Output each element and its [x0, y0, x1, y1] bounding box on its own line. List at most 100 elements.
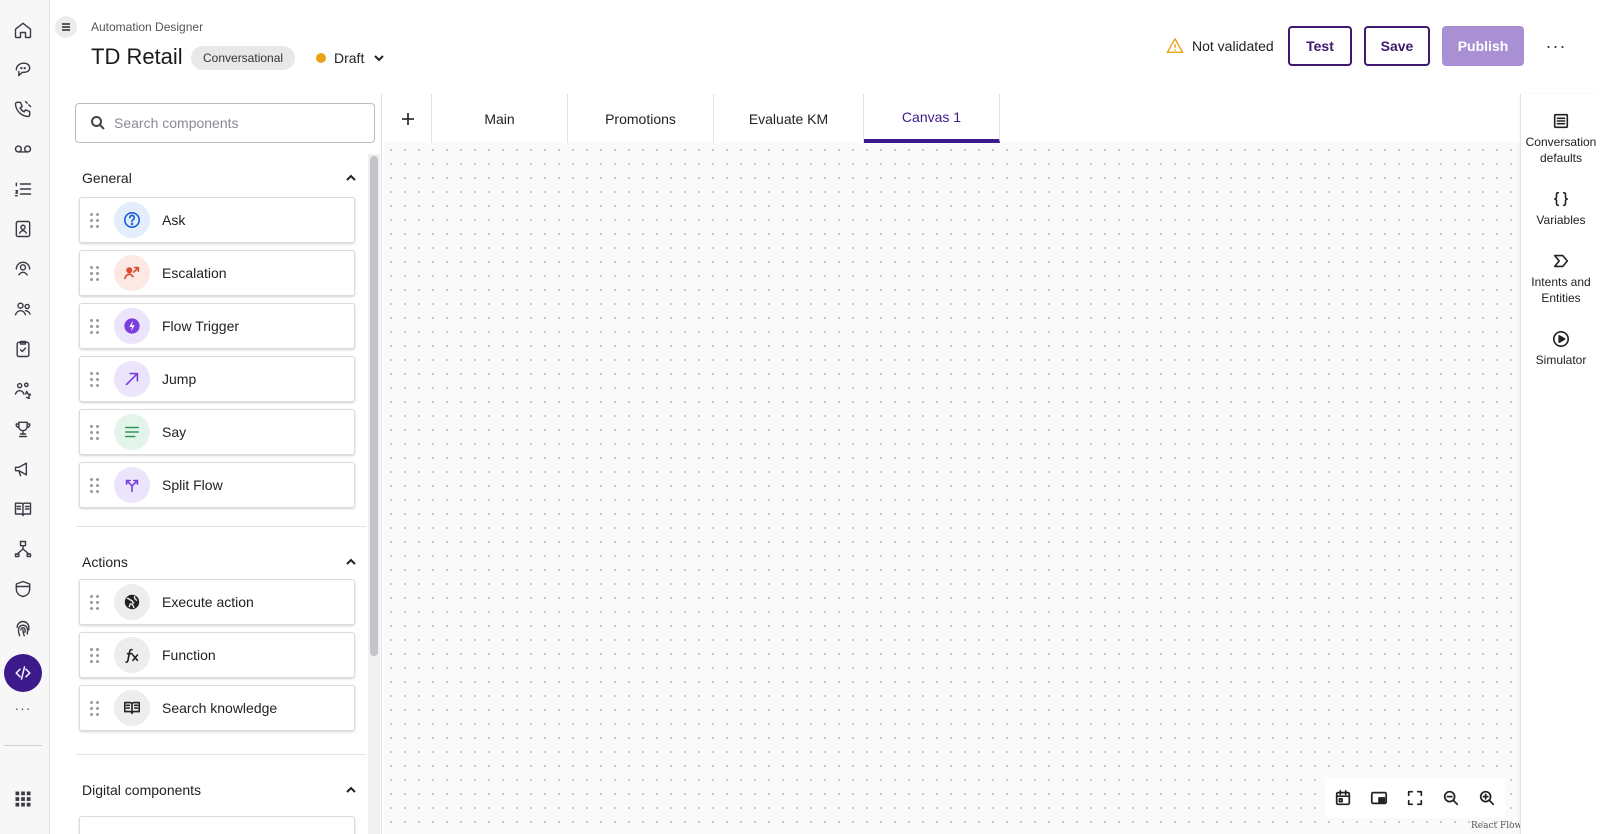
search-input[interactable]	[114, 115, 364, 131]
shield-icon[interactable]	[10, 576, 36, 602]
tab-evaluate-km[interactable]: Evaluate KM	[714, 94, 864, 143]
component-say[interactable]: Say	[79, 409, 355, 455]
flow-icon[interactable]	[10, 536, 36, 562]
apps-grid-icon[interactable]	[10, 786, 36, 812]
function-icon	[114, 637, 150, 673]
react-flow-attribution[interactable]: React Flow	[1471, 821, 1522, 831]
clipboard-icon[interactable]	[10, 336, 36, 362]
minimap-icon[interactable]	[1361, 780, 1397, 816]
component-split-flow[interactable]: Split Flow	[79, 462, 355, 508]
chevron-down-icon	[374, 55, 385, 62]
escalation-icon	[114, 255, 150, 291]
component-label: Search knowledge	[162, 700, 278, 716]
drag-handle-icon[interactable]	[90, 318, 100, 334]
side-item-simulator[interactable]: Simulator	[1521, 330, 1600, 368]
add-canvas-button[interactable]	[384, 94, 432, 143]
conversation-icon[interactable]	[10, 56, 36, 82]
publish-button[interactable]: Publish	[1442, 26, 1524, 66]
section-divider	[76, 754, 366, 755]
section-header-actions[interactable]: Actions	[82, 550, 358, 574]
book-open-icon[interactable]	[10, 496, 36, 522]
component-label: Function	[162, 647, 216, 663]
book-icon	[114, 690, 150, 726]
component-search-knowledge[interactable]: Search knowledge	[79, 685, 355, 731]
ordered-list-icon[interactable]	[10, 176, 36, 202]
agent-icon[interactable]	[10, 256, 36, 282]
drag-handle-icon[interactable]	[90, 647, 100, 663]
side-item-label: Conversation defaults	[1525, 135, 1597, 165]
test-button[interactable]: Test	[1288, 26, 1352, 66]
component-label: Split Flow	[162, 477, 223, 493]
chevron-up-icon[interactable]	[344, 783, 358, 797]
component-partial[interactable]	[79, 816, 355, 834]
fingerprint-icon[interactable]	[10, 616, 36, 642]
home-icon[interactable]	[10, 17, 36, 43]
type-chip: Conversational	[191, 46, 296, 70]
drag-handle-icon[interactable]	[90, 212, 100, 228]
drag-handle-icon[interactable]	[90, 594, 100, 610]
tab-main[interactable]: Main	[432, 94, 568, 143]
component-label: Ask	[162, 212, 186, 228]
more-options-icon[interactable]: ···	[1544, 34, 1568, 58]
save-button[interactable]: Save	[1364, 26, 1430, 66]
zoom-out-icon[interactable]	[1433, 780, 1469, 816]
breadcrumb[interactable]: Automation Designer	[91, 20, 203, 34]
calendar-icon[interactable]	[1325, 780, 1361, 816]
side-item-label: Intents and Entities	[1531, 275, 1591, 305]
drag-handle-icon[interactable]	[90, 700, 100, 716]
side-item-conversation-defaults[interactable]: Conversation defaults	[1521, 112, 1600, 166]
side-item-label: Simulator	[1535, 353, 1587, 367]
side-item-variables[interactable]: Variables	[1521, 190, 1600, 228]
drag-handle-icon[interactable]	[90, 424, 100, 440]
component-ask[interactable]: Ask	[79, 197, 355, 243]
split-icon	[114, 467, 150, 503]
arrow-up-right-icon	[114, 361, 150, 397]
section-title: Digital components	[82, 782, 202, 798]
scrollbar-thumb[interactable]	[370, 156, 378, 656]
rail-divider	[4, 745, 42, 746]
megaphone-icon[interactable]	[10, 456, 36, 482]
fit-view-icon[interactable]	[1397, 780, 1433, 816]
drag-handle-icon[interactable]	[90, 477, 100, 493]
section-title: General	[82, 170, 132, 186]
intent-icon	[1553, 254, 1569, 268]
warning-icon	[1166, 38, 1184, 54]
component-flow-trigger[interactable]: Flow Trigger	[79, 303, 355, 349]
tab-promotions[interactable]: Promotions	[568, 94, 714, 143]
status-dot	[316, 53, 326, 63]
contact-card-icon[interactable]	[10, 216, 36, 242]
canvas-tabs: Main Promotions Evaluate KM Canvas 1	[384, 94, 1520, 144]
search-icon	[91, 116, 105, 130]
components-panel: General Ask Escalation Flow Trigger Jump…	[68, 94, 382, 834]
tab-canvas-1[interactable]: Canvas 1	[864, 94, 1000, 143]
drag-handle-icon[interactable]	[90, 371, 100, 387]
zoom-in-icon[interactable]	[1469, 780, 1505, 816]
component-jump[interactable]: Jump	[79, 356, 355, 402]
page-title: TD Retail	[91, 44, 183, 69]
drag-handle-icon[interactable]	[90, 265, 100, 281]
component-label: Say	[162, 424, 187, 440]
sidebar-toggle-button[interactable]	[55, 16, 77, 38]
voicemail-icon[interactable]	[10, 136, 36, 162]
section-header-digital-components[interactable]: Digital components	[82, 778, 358, 802]
braces-icon	[1553, 191, 1569, 207]
section-header-general[interactable]: General	[82, 166, 358, 190]
team-icon[interactable]	[10, 376, 36, 402]
trophy-icon[interactable]	[10, 416, 36, 442]
side-item-intents-entities[interactable]: Intents and Entities	[1521, 252, 1600, 306]
component-label: Jump	[162, 371, 197, 387]
component-function[interactable]: Function	[79, 632, 355, 678]
status-dropdown[interactable]: Draft	[316, 47, 386, 69]
chevron-up-icon[interactable]	[344, 171, 358, 185]
phone-icon[interactable]	[10, 96, 36, 122]
side-item-label: Variables	[1536, 213, 1586, 227]
chevron-up-icon[interactable]	[344, 555, 358, 569]
rail-more-icon[interactable]: ···	[12, 700, 34, 716]
component-execute-action[interactable]: Execute action	[79, 579, 355, 625]
question-circle-icon	[114, 202, 150, 238]
users-icon[interactable]	[10, 296, 36, 322]
validation-label: Not validated	[1192, 38, 1274, 54]
component-escalation[interactable]: Escalation	[79, 250, 355, 296]
code-icon[interactable]	[4, 654, 42, 692]
flow-canvas[interactable]	[384, 143, 1520, 834]
